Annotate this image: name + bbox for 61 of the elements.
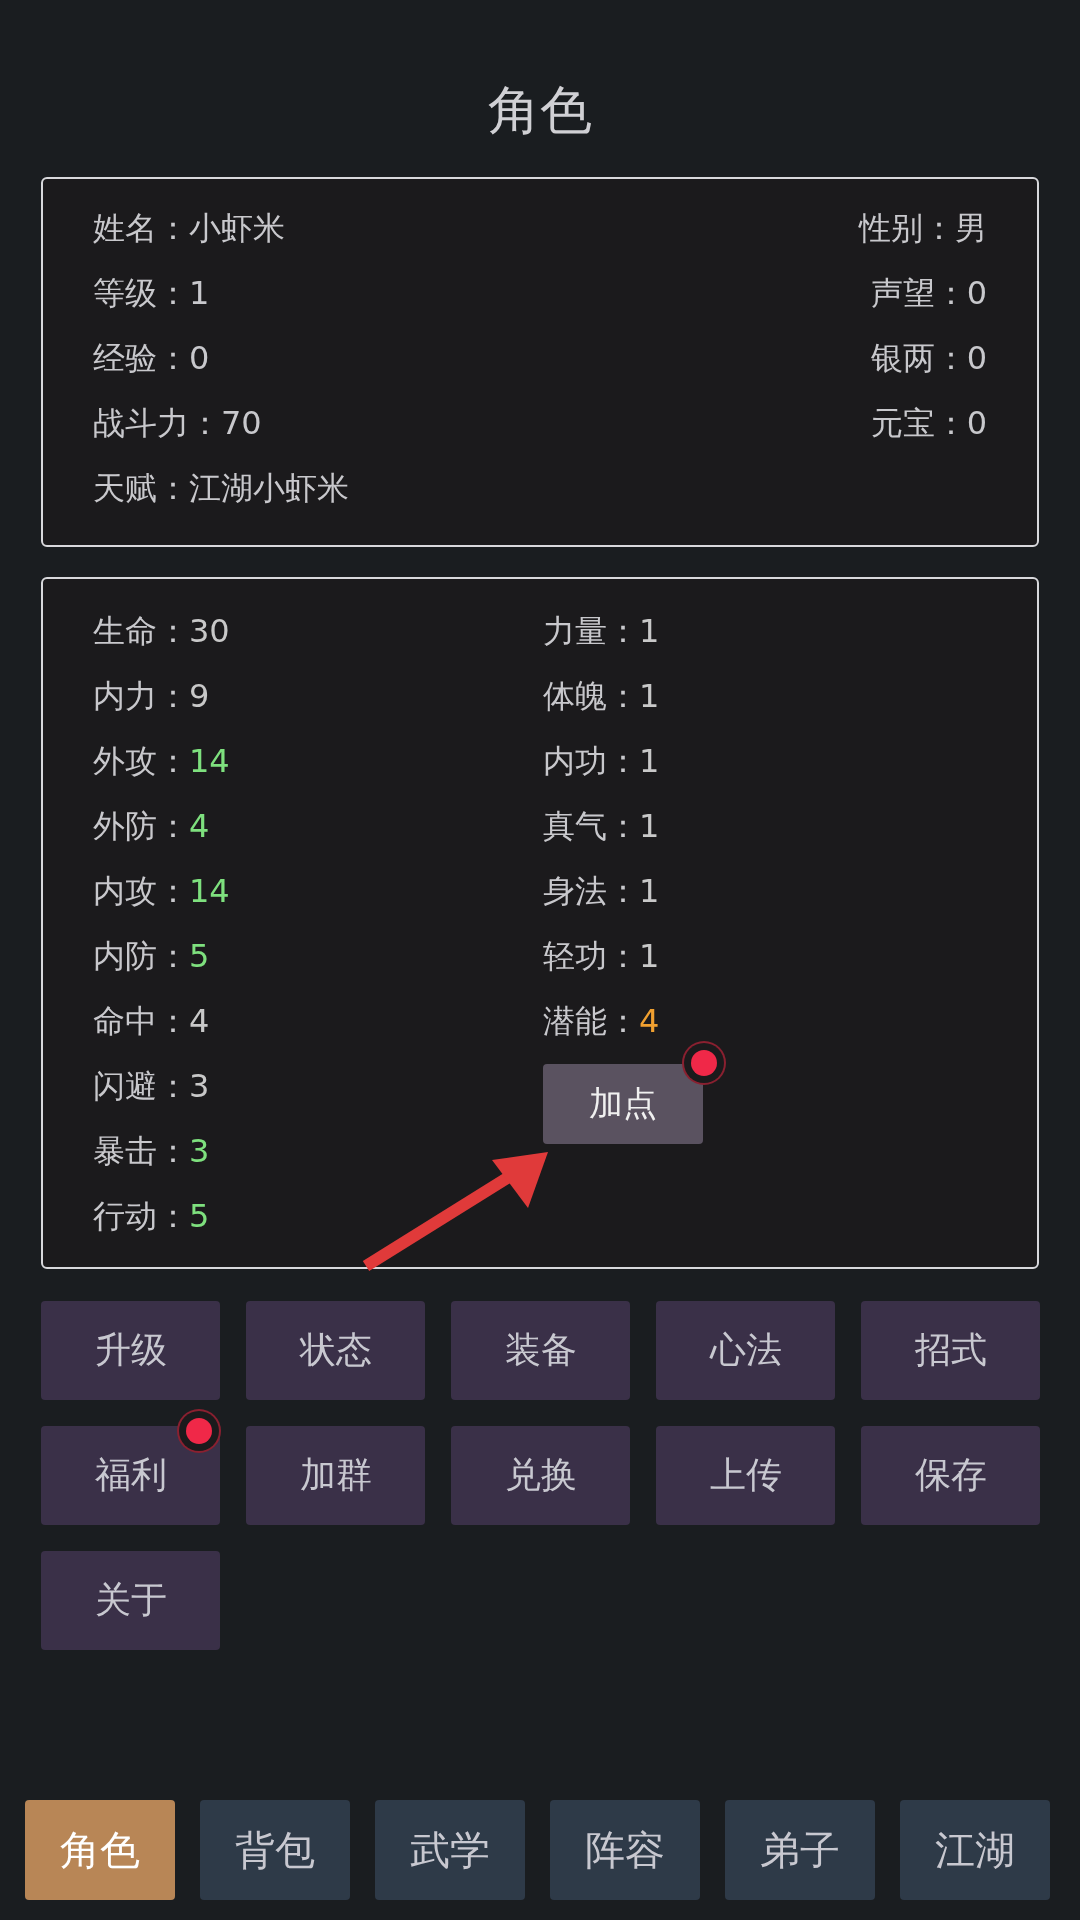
profile-text: 经验：0 (93, 338, 210, 379)
stat-value: 14 (189, 872, 230, 910)
stat-value: 4 (639, 1002, 660, 1040)
nav-tab[interactable]: 武学 (375, 1800, 525, 1900)
menu-button[interactable]: 上传 (656, 1426, 835, 1525)
page-title: 角色 (488, 79, 592, 142)
profile-text: 姓名：小虾米 (93, 208, 285, 249)
stat-value: 5 (189, 1197, 210, 1235)
menu-button[interactable]: 加群 (246, 1426, 425, 1525)
menu-button[interactable]: 关于 (41, 1551, 220, 1650)
nav-tab[interactable]: 背包 (200, 1800, 350, 1900)
stat-text: 内力：9 (93, 676, 210, 717)
stat-value: 1 (639, 612, 660, 650)
menu-button[interactable]: 福利 (41, 1426, 220, 1525)
nav-tab[interactable]: 弟子 (725, 1800, 875, 1900)
add-points-button[interactable]: 加点 (543, 1064, 703, 1144)
stat-text: 外防：4 (93, 806, 210, 847)
stat-text: 命中：4 (93, 1001, 210, 1042)
stat-text: 身法：1 (543, 871, 660, 912)
stat-text: 内功：1 (543, 741, 660, 782)
stat-text: 闪避：3 (93, 1066, 210, 1107)
profile-text: 天赋：江湖小虾米 (93, 468, 349, 509)
stat-text: 内防：5 (93, 936, 210, 977)
menu-button[interactable]: 招式 (861, 1301, 1040, 1400)
profile-text: 声望：0 (870, 273, 987, 314)
stat-value: 4 (189, 1002, 210, 1040)
menu-button[interactable]: 兑换 (451, 1426, 630, 1525)
profile-text: 银两：0 (870, 338, 987, 379)
menu-button[interactable]: 状态 (246, 1301, 425, 1400)
stat-value: 1 (639, 677, 660, 715)
menu-button[interactable]: 心法 (656, 1301, 835, 1400)
profile-text: 元宝：0 (870, 403, 987, 444)
stat-text: 轻功：1 (543, 936, 660, 977)
profile-text: 等级：1 (93, 273, 210, 314)
stat-value: 3 (189, 1067, 210, 1105)
stat-value: 1 (639, 742, 660, 780)
stat-text: 内攻：14 (93, 871, 230, 912)
stat-value: 1 (639, 807, 660, 845)
stat-text: 潜能：4 (543, 1001, 660, 1042)
stat-value: 1 (639, 872, 660, 910)
stat-text: 力量：1 (543, 611, 660, 652)
menu-button[interactable]: 装备 (451, 1301, 630, 1400)
stat-value: 30 (189, 612, 230, 650)
stat-value: 3 (189, 1132, 210, 1170)
nav-tab[interactable]: 阵容 (550, 1800, 700, 1900)
stat-value: 4 (189, 807, 210, 845)
stat-text: 体魄：1 (543, 676, 660, 717)
stat-text: 行动：5 (93, 1196, 210, 1237)
stat-value: 9 (189, 677, 210, 715)
profile-text: 性别：男 (859, 208, 987, 249)
stat-value: 14 (189, 742, 230, 780)
stat-text: 真气：1 (543, 806, 660, 847)
stat-text: 生命：30 (93, 611, 230, 652)
menu-button[interactable]: 保存 (861, 1426, 1040, 1525)
stat-text: 外攻：14 (93, 741, 230, 782)
nav-tab[interactable]: 江湖 (900, 1800, 1050, 1900)
menu-button[interactable]: 升级 (41, 1301, 220, 1400)
stat-text: 暴击：3 (93, 1131, 210, 1172)
profile-text: 战斗力：70 (93, 403, 262, 444)
stat-value: 1 (639, 937, 660, 975)
stat-value: 5 (189, 937, 210, 975)
